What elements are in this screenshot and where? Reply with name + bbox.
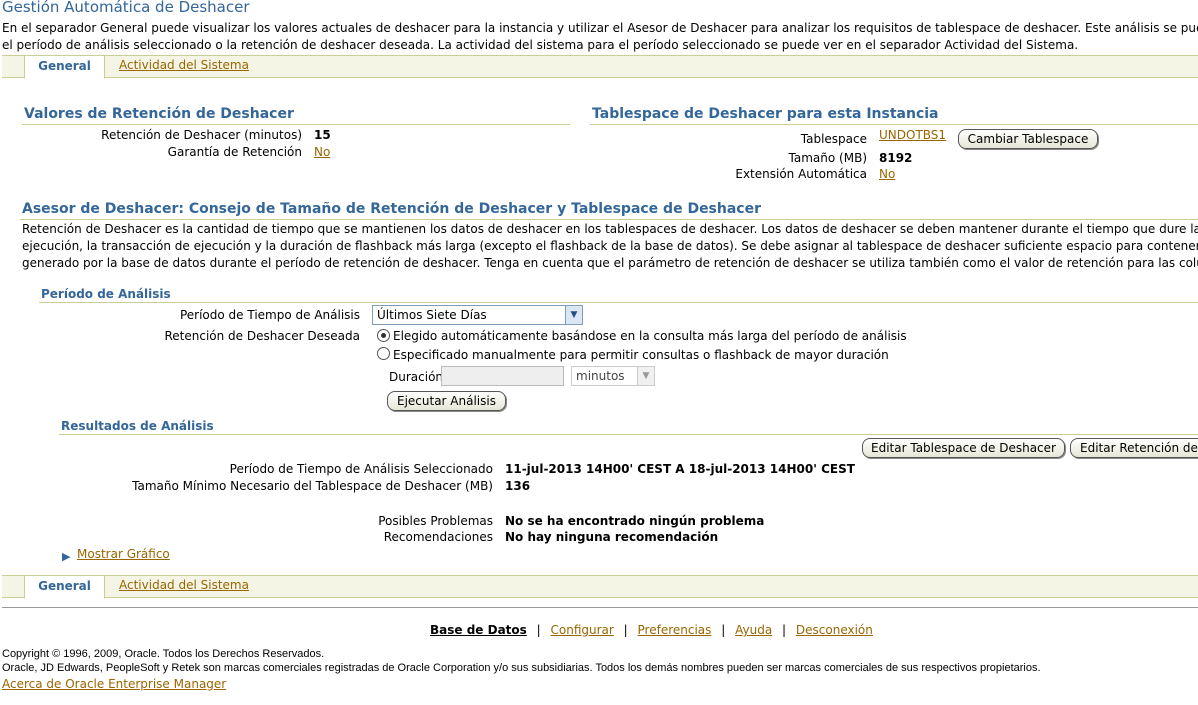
period-select[interactable]: Últimos Siete Días ▼	[372, 305, 583, 325]
footer-link-logout[interactable]: Desconexión	[796, 623, 873, 637]
recommendations-value: No hay ninguna recomendación	[505, 530, 719, 544]
selected-period-value: 11-jul-2013 14H00' CEST A 18-jul-2013 14…	[505, 462, 855, 476]
advisor-text-1: Retención de Deshacer es la cantidad de …	[22, 222, 1198, 236]
size-label: Tamaño (MB)	[788, 151, 867, 165]
selected-period-label: Período de Tiempo de Análisis Selecciona…	[229, 462, 493, 476]
intro-line-2: el período de análisis seleccionado o la…	[2, 38, 1079, 52]
analysis-heading: Período de Análisis	[41, 287, 171, 301]
tab-system-activity-bottom[interactable]: Actividad del Sistema	[119, 578, 249, 592]
duration-input[interactable]	[441, 366, 564, 386]
problems-label: Posibles Problemas	[378, 514, 493, 528]
duration-label: Duración	[389, 370, 444, 384]
period-label: Período de Tiempo de Análisis	[179, 308, 360, 322]
advisor-divider	[20, 219, 1198, 220]
tablespace-divider	[590, 124, 1198, 125]
min-size-value: 136	[505, 479, 531, 493]
retention-label: Retención de Deshacer (minutos)	[101, 128, 302, 142]
chevron-down-icon: ▼	[637, 367, 654, 385]
radio-auto[interactable]	[377, 329, 390, 342]
advisor-heading: Asesor de Deshacer: Consejo de Tamaño de…	[22, 201, 762, 217]
footer-separator: |	[782, 623, 787, 637]
footer-separator: |	[721, 623, 726, 637]
footer-links: Base de Datos | Configurar | Preferencia…	[430, 623, 873, 637]
size-value: 8192	[879, 151, 913, 165]
autoextend-label: Extensión Automática	[735, 167, 867, 181]
change-tablespace-button[interactable]: Cambiar Tablespace	[958, 129, 1098, 149]
retention-divider	[22, 124, 570, 125]
tab-bar-top: General Actividad del Sistema	[2, 55, 1198, 79]
radio-auto-label: Elegido automáticamente basándose en la …	[393, 329, 907, 343]
tab-bar-bottom: General Actividad del Sistema	[2, 575, 1198, 599]
period-select-value: Últimos Siete Días	[377, 308, 487, 322]
footer-link-preferences[interactable]: Preferencias	[638, 623, 712, 637]
retention-heading: Valores de Retención de Deshacer	[24, 106, 294, 122]
guarantee-label: Garantía de Retención	[167, 145, 302, 159]
page-title: Gestión Automática de Deshacer	[2, 0, 250, 16]
run-analysis-button[interactable]: Ejecutar Análisis	[387, 391, 506, 411]
about-oem-link[interactable]: Acerca de Oracle Enterprise Manager	[2, 677, 226, 691]
footer-separator: |	[623, 623, 628, 637]
footer-divider	[2, 607, 1198, 608]
tab-system-activity[interactable]: Actividad del Sistema	[119, 58, 249, 72]
expand-triangle-icon[interactable]: ▶	[62, 550, 70, 563]
edit-retention-button[interactable]: Editar Retención de	[1070, 438, 1198, 458]
autoextend-link[interactable]: No	[879, 167, 895, 181]
edit-tablespace-button[interactable]: Editar Tablespace de Deshacer	[862, 438, 1065, 458]
recommendations-label: Recomendaciones	[383, 530, 493, 544]
advisor-text-2: ejecución, la transacción de ejecución y…	[22, 239, 1198, 253]
radio-manual[interactable]	[377, 347, 390, 360]
footer-link-database[interactable]: Base de Datos	[430, 623, 527, 637]
results-heading: Resultados de Análisis	[61, 419, 214, 433]
unit-select-value: minutos	[576, 369, 625, 383]
radio-manual-label: Especificado manualmente para permitir c…	[393, 348, 889, 362]
tablespace-label: Tablespace	[800, 132, 867, 146]
guarantee-link[interactable]: No	[314, 145, 330, 159]
chevron-down-icon: ▼	[565, 306, 582, 324]
problems-value: No se ha encontrado ningún problema	[505, 514, 765, 528]
copyright-text: Copyright © 1996, 2009, Oracle. Todos lo…	[2, 648, 325, 660]
analysis-divider	[39, 302, 1198, 303]
footer-link-help[interactable]: Ayuda	[735, 623, 772, 637]
intro-line-1: En el separador General puede visualizar…	[2, 21, 1198, 35]
retention-value: 15	[314, 128, 331, 142]
tablespace-heading: Tablespace de Deshacer para esta Instanc…	[592, 106, 939, 122]
tab-general-bottom[interactable]: General	[24, 575, 105, 599]
desired-retention-label: Retención de Deshacer Deseada	[164, 329, 360, 343]
unit-select[interactable]: minutos ▼	[571, 366, 655, 386]
min-size-label: Tamaño Mínimo Necesario del Tablespace d…	[132, 479, 493, 493]
tablespace-link[interactable]: UNDOTBS1	[879, 128, 946, 142]
show-graph-link[interactable]: Mostrar Gráfico	[77, 547, 170, 561]
advisor-text-3: generado por la base de datos durante el…	[22, 256, 1198, 270]
footer-link-setup[interactable]: Configurar	[551, 623, 614, 637]
footer-separator: |	[536, 623, 541, 637]
results-divider	[59, 434, 1198, 435]
tab-general[interactable]: General	[24, 55, 105, 79]
trademark-text: Oracle, JD Edwards, PeopleSoft y Retek s…	[2, 662, 1041, 674]
